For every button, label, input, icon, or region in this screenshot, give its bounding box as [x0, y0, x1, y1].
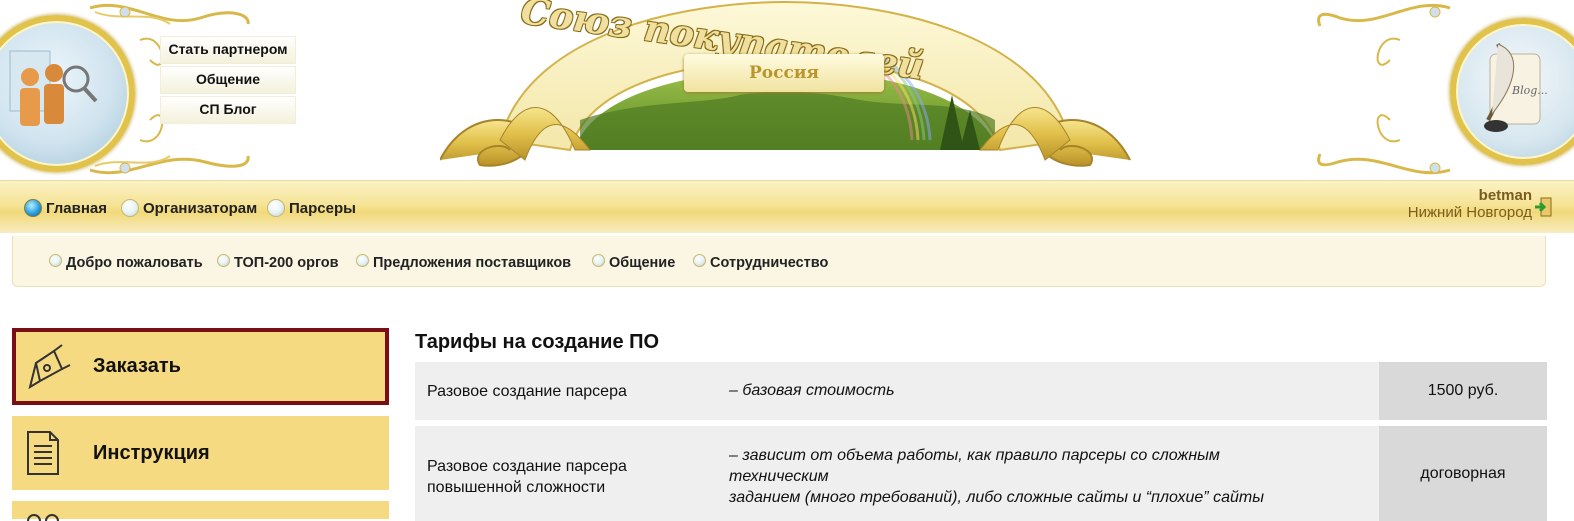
tariff-price: договорная	[1379, 426, 1547, 521]
subnav-item-communication[interactable]: Общение	[592, 253, 676, 272]
nav-item-label: Парсеры	[289, 199, 356, 217]
radio-dot-icon	[121, 199, 139, 217]
page-title: Тарифы на создание ПО	[415, 331, 660, 353]
site-logo-banner[interactable]: Союз покупателей Россия	[440, 0, 1140, 180]
table-row: Разовое создание парсера – базовая стоим…	[415, 362, 1547, 420]
nav-item-label: Организаторам	[143, 199, 258, 217]
logout-icon[interactable]	[1534, 197, 1552, 217]
sidebar-item-order[interactable]: Заказать	[12, 328, 389, 405]
partial-icon	[27, 514, 59, 521]
sidebar-item-instructions[interactable]: Инструкция	[12, 416, 389, 490]
tariff-description: – базовая стоимость	[729, 382, 895, 399]
user-city: Нижний Новгород	[1407, 204, 1532, 221]
nav-item-home[interactable]: Главная	[24, 198, 107, 218]
subnav-item-label: Добро пожаловать	[66, 255, 203, 271]
sidebar-item-label: Инструкция	[93, 441, 210, 464]
scroll-quill-icon: Blog...	[1484, 43, 1548, 132]
subnav-item-label: Сотрудничество	[710, 255, 829, 271]
subnav-item-welcome[interactable]: Добро пожаловать	[49, 253, 203, 272]
bullet-icon	[217, 253, 230, 267]
top-links: Стать партнером Общение СП Блог	[160, 36, 296, 126]
tariff-name-line: Разовое создание парсера	[427, 458, 627, 475]
nav-item-label: Главная	[46, 199, 108, 217]
table-row: Разовое создание парсера повышенной слож…	[415, 426, 1547, 521]
username[interactable]: betman	[1408, 187, 1532, 204]
pen-nib-icon	[28, 344, 71, 390]
tariff-description: – зависит от объема работы, как правило …	[729, 445, 1349, 508]
blog-medallion[interactable]: Blog...	[1450, 18, 1574, 165]
sp-blog-link[interactable]: СП Блог	[160, 96, 296, 124]
blog-medallion-text: Blog...	[1511, 84, 1548, 97]
subnav-item-label: Предложения поставщиков	[373, 255, 572, 271]
bullet-icon	[49, 253, 62, 267]
subnav-item-label: Общение	[609, 255, 676, 271]
become-partner-link[interactable]: Стать партнером	[160, 36, 296, 64]
bullet-icon	[693, 253, 706, 267]
subnav-item-cooperation[interactable]: Сотрудничество	[693, 253, 829, 272]
sidebar-item-label: Заказать	[93, 355, 181, 377]
nav-item-organizers[interactable]: Организаторам	[121, 198, 257, 218]
sub-nav: Добро пожаловать ТОП-200 оргов Предложен…	[12, 236, 1546, 287]
tariff-name-line: повышенной сложности	[427, 479, 606, 496]
site-header: Стать партнером Общение СП Блог Союз пок…	[0, 0, 1574, 180]
radio-dot-icon	[24, 199, 42, 217]
tariff-description-line: техническим	[729, 468, 829, 485]
bullet-icon	[592, 253, 605, 267]
people-icon	[9, 50, 98, 126]
tariff-price: 1500 руб.	[1379, 362, 1547, 420]
sidebar-item-partial[interactable]	[12, 501, 389, 521]
tariff-description-line: заданием (много требований), либо сложны…	[729, 489, 1264, 506]
bullet-icon	[356, 253, 369, 267]
document-icon	[27, 431, 59, 475]
subnav-item-label: ТОП-200 оргов	[234, 255, 339, 271]
tariff-name: Разовое создание парсера повышенной слож…	[427, 456, 627, 498]
tariff-name: Разовое создание парсера	[427, 383, 627, 400]
nav-item-parsers[interactable]: Парсеры	[267, 198, 356, 218]
subnav-item-supplier-offers[interactable]: Предложения поставщиков	[356, 253, 572, 272]
tariff-description-line: – зависит от объема работы, как правило …	[729, 447, 1220, 464]
communication-link[interactable]: Общение	[160, 66, 296, 94]
banner-subtitle: Россия	[684, 54, 884, 92]
main-nav-bar: Главная Организаторам Парсеры betman Ниж…	[0, 180, 1574, 233]
ornament-right	[1317, 3, 1451, 175]
subnav-item-top200[interactable]: ТОП-200 оргов	[217, 253, 339, 272]
radio-dot-icon	[267, 199, 285, 217]
user-info: betman Нижний Новгород	[1408, 187, 1532, 221]
